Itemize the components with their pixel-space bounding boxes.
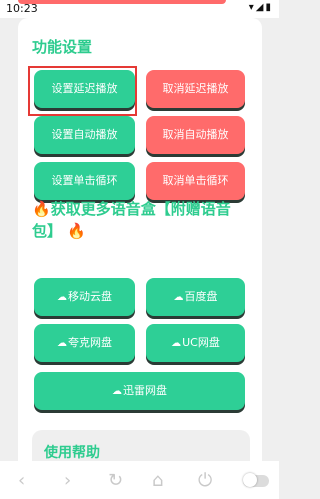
baidu-cloud-button[interactable]: ☁百度盘 [146,278,245,316]
uc-cloud-button[interactable]: ☁UC网盘 [146,324,245,362]
back-arrow-icon[interactable]: ‹ [18,470,25,491]
status-icons: ▾◢▮ [249,2,273,13]
set-auto-play-button[interactable]: 设置自动播放 [34,116,135,154]
promo-line2: 包】 [32,222,63,240]
cancel-delay-play-button[interactable]: 取消延迟播放 [146,70,245,108]
refresh-icon[interactable]: ↻ [108,470,123,491]
wifi-icon: ▾ [248,2,256,13]
promo-line1: 获取更多语音盒【附赠语音 [50,200,231,218]
cloud-icon: ☁ [171,338,182,349]
battery-icon: ▮ [265,2,273,13]
cloud-icon: ☁ [57,292,67,303]
xunlei-cloud-button[interactable]: ☁迅雷网盘 [34,372,245,410]
settings-card: 功能设置 设置延迟播放 取消延迟播放 设置自动播放 取消自动播放 设置单击循环 … [18,18,262,478]
cloud-icon: ☁ [57,338,67,349]
cloud-icon: ☁ [173,292,184,303]
set-single-loop-button[interactable]: 设置单击循环 [34,162,135,200]
xunlei-cloud-label: 迅雷网盘 [123,384,167,397]
fire-icon: 🔥 [32,200,51,218]
cloud-icon: ☁ [112,386,122,397]
home-icon[interactable]: ⌂ [152,470,163,491]
toggle-switch[interactable] [243,473,269,487]
help-title: 使用帮助 [44,445,100,461]
promo-heading: 🔥获取更多语音盒【附赠语音 包】 🔥 [32,198,252,242]
quark-cloud-label: 夸克网盘 [68,336,112,349]
uc-cloud-label: UC网盘 [182,336,220,349]
baidu-cloud-label: 百度盘 [184,290,218,303]
mobile-cloud-button[interactable]: ☁移动云盘 [34,278,135,316]
cancel-auto-play-button[interactable]: 取消自动播放 [146,116,245,154]
cutoff-button-top[interactable] [18,0,226,4]
fire-icon: 🔥 [67,222,86,240]
bottom-nav-bar: ‹ › ↻ ⌂ ⏻ [0,461,279,499]
quark-cloud-button[interactable]: ☁夸克网盘 [34,324,135,362]
toggle-knob [243,473,257,487]
section-title: 功能设置 [32,38,93,56]
selection-highlight [28,66,137,116]
cancel-single-loop-button[interactable]: 取消单击循环 [146,162,245,200]
forward-arrow-icon[interactable]: › [64,470,71,491]
power-icon[interactable]: ⏻ [198,470,212,491]
mobile-cloud-label: 移动云盘 [68,290,112,303]
